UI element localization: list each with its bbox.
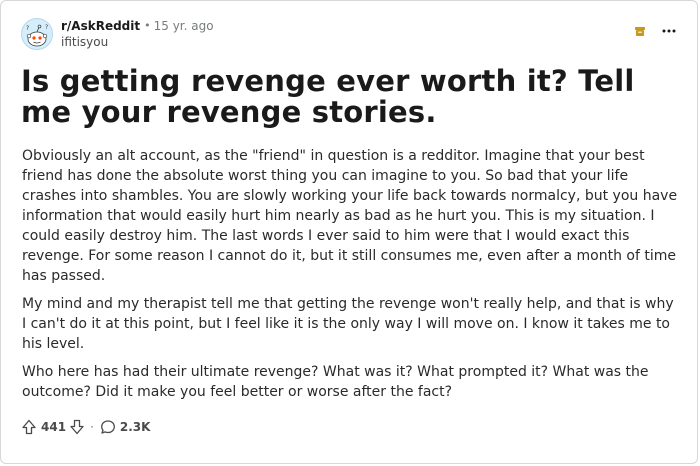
downvote-arrow-icon[interactable] [69,419,85,435]
archive-icon[interactable] [633,23,647,37]
subreddit-name[interactable]: r/AskReddit [61,18,140,34]
svg-text:?: ? [26,25,29,32]
post-body: Obviously an alt account, as the "friend… [22,146,682,410]
meta-separator: • [144,19,151,32]
upvote-arrow-icon[interactable] [21,419,37,435]
svg-text:?: ? [45,24,48,31]
reddit-snoo-icon: ? ? [26,24,48,47]
post-footer: 441 · 2.3K [21,419,150,435]
post-meta: r/AskReddit • 15 yr. ago ifitisyou [61,18,214,50]
post-paragraph: Obviously an alt account, as the "friend… [22,148,678,284]
post-actions [633,23,677,37]
post-card: ? ? r/AskReddit • 15 yr. ago ifitisyou I… [0,0,698,464]
post-title[interactable]: Is getting revenge ever worth it? Tell m… [21,66,681,128]
post-header: ? ? r/AskReddit • 15 yr. ago ifitisyou [21,17,214,51]
post-paragraph: Who here has had their ultimate revenge?… [22,364,649,400]
author-name[interactable]: ifitisyou [61,34,214,50]
comment-count[interactable]: 2.3K [120,420,151,434]
subreddit-avatar[interactable]: ? ? [21,18,53,50]
post-paragraph: My mind and my therapist tell me that ge… [22,296,674,352]
post-meta-top: r/AskReddit • 15 yr. ago [61,18,214,34]
footer-separator: · [90,420,94,434]
comment-bubble-icon[interactable] [100,419,116,435]
vote-count: 441 [41,420,67,434]
post-age: 15 yr. ago [153,19,214,33]
more-options-icon[interactable] [661,23,677,37]
